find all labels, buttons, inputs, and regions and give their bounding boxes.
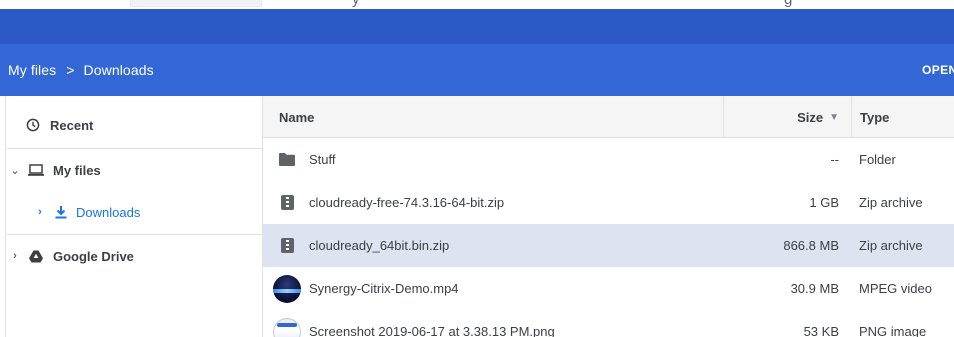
table-row[interactable]: Screenshot 2019-06-17 at 3.38.13 PM.png …: [263, 310, 954, 337]
file-type: Folder: [859, 152, 896, 167]
laptop-icon: [27, 161, 45, 179]
file-size: --: [830, 152, 839, 167]
background-strip: y g: [0, 0, 954, 9]
file-list-header: Name Size ▼ Type: [263, 96, 954, 138]
chevron-right-icon[interactable]: ›: [34, 206, 46, 218]
sidebar-item-label: Google Drive: [53, 248, 134, 264]
table-row[interactable]: Synergy-Citrix-Demo.mp4 30.9 MB MPEG vid…: [263, 267, 954, 310]
file-type: Zip archive: [859, 238, 923, 253]
file-size: 1 GB: [809, 195, 839, 210]
sidebar-item-google-drive[interactable]: › Google Drive: [7, 235, 262, 277]
file-type: PNG image: [859, 324, 927, 337]
file-name: cloudready-free-74.3.16-64-bit.zip: [309, 195, 505, 210]
sidebar: Recent ⌄ My files › Downloads › Google D…: [7, 96, 262, 337]
breadcrumb-my-files[interactable]: My files: [8, 62, 56, 78]
breadcrumb: My files > Downloads: [8, 44, 154, 96]
video-thumbnail: [273, 267, 301, 310]
open-button[interactable]: OPEN: [922, 44, 954, 96]
sidebar-item-downloads[interactable]: › Downloads: [7, 191, 262, 233]
breadcrumb-separator: >: [66, 62, 75, 78]
window-titlebar[interactable]: [0, 9, 954, 44]
file-name: Synergy-Citrix-Demo.mp4: [309, 281, 459, 296]
column-header-label: Size: [797, 109, 824, 125]
file-size: 866.8 MB: [783, 238, 839, 253]
table-row[interactable]: cloudready-free-74.3.16-64-bit.zip 1 GB …: [263, 181, 954, 224]
sidebar-item-label: My files: [53, 162, 101, 178]
sidebar-item-recent[interactable]: Recent: [7, 104, 262, 146]
file-name: Screenshot 2019-06-17 at 3.38.13 PM.png: [309, 324, 555, 337]
column-header-name[interactable]: Name: [279, 96, 314, 138]
background-text: g: [784, 0, 792, 8]
sidebar-item-label: Recent: [50, 117, 94, 133]
chevron-right-icon[interactable]: ›: [9, 250, 21, 262]
file-size: 53 KB: [803, 324, 839, 337]
app-header: My files > Downloads OPEN: [0, 44, 954, 96]
file-type: MPEG video: [859, 281, 932, 296]
image-thumbnail: [273, 310, 301, 337]
file-name: Stuff: [309, 152, 336, 167]
window-left-edge: [0, 96, 6, 337]
background-tab: [130, 0, 262, 7]
table-row[interactable]: Stuff -- Folder: [263, 138, 954, 181]
breadcrumb-downloads[interactable]: Downloads: [84, 62, 154, 78]
sidebar-item-label: Downloads: [76, 204, 141, 220]
zip-archive-icon: [273, 224, 301, 267]
clock-icon: [24, 116, 42, 134]
column-header-size[interactable]: Size ▼: [723, 96, 851, 138]
background-text: y: [352, 0, 360, 8]
google-drive-icon: [27, 247, 45, 265]
folder-icon: [273, 138, 301, 181]
sidebar-item-my-files[interactable]: ⌄ My files: [7, 149, 262, 191]
chevron-down-icon[interactable]: ⌄: [9, 164, 21, 177]
file-type: Zip archive: [859, 195, 923, 210]
download-icon: [52, 203, 70, 221]
column-header-type[interactable]: Type: [851, 96, 954, 138]
file-size: 30.9 MB: [790, 281, 839, 296]
sort-arrow-icon: ▼: [829, 111, 839, 123]
table-row-selected[interactable]: cloudready_64bit.bin.zip 866.8 MB Zip ar…: [263, 224, 954, 267]
file-list: Name Size ▼ Type Stuff -- Folder cloudre…: [263, 96, 954, 337]
zip-archive-icon: [273, 181, 301, 224]
file-name: cloudready_64bit.bin.zip: [309, 238, 450, 253]
